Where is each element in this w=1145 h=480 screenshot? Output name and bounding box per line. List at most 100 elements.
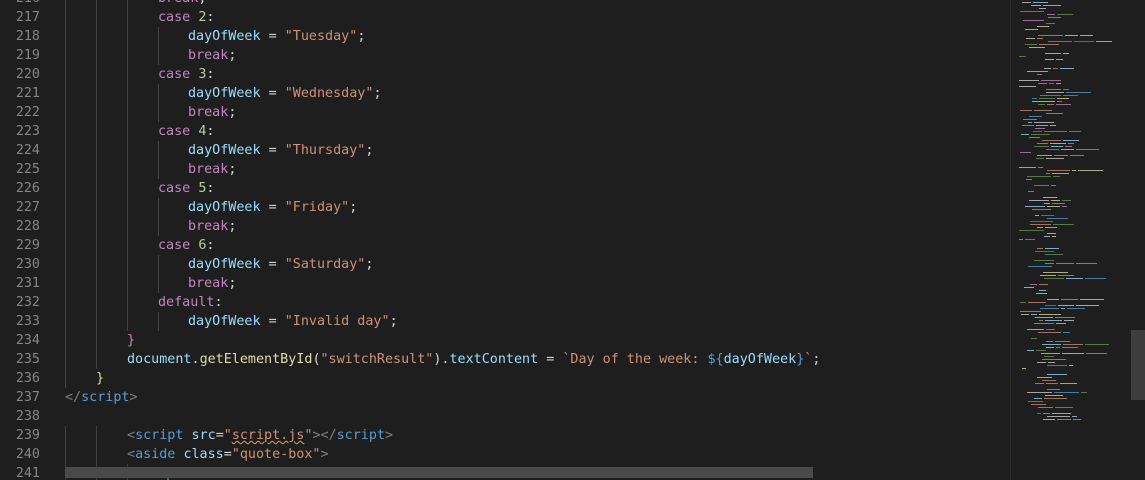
line-number: 237	[15, 390, 40, 405]
code-text[interactable]: dayOfWeek = "Saturday";	[188, 255, 373, 274]
minimap-line	[1045, 320, 1062, 321]
vertical-scrollbar-thumb[interactable]	[1131, 330, 1145, 400]
code-line[interactable]: 225 break;	[0, 160, 1010, 179]
indent-guide	[65, 426, 66, 445]
minimap-line	[1031, 338, 1037, 339]
indent-guide	[65, 122, 66, 141]
code-line[interactable]: 231 break;	[0, 274, 1010, 293]
indent-guide	[96, 331, 97, 350]
minimap-line	[1057, 419, 1071, 420]
minimap-line	[1047, 233, 1056, 234]
minimap-line	[1029, 47, 1045, 48]
code-text[interactable]: dayOfWeek = "Wednesday";	[188, 84, 382, 103]
minimap-line	[1056, 104, 1071, 105]
code-token: (	[312, 352, 321, 367]
code-line[interactable]: 226 case 5:	[0, 179, 1010, 198]
code-line[interactable]: 232 default:	[0, 293, 1010, 312]
minimap-line	[1022, 368, 1026, 369]
code-line[interactable]: 224 dayOfWeek = "Thursday";	[0, 141, 1010, 160]
minimap-line	[1032, 98, 1037, 99]
code-token: src	[191, 428, 216, 443]
line-number: 227	[15, 200, 40, 215]
code-text[interactable]: case 3:	[158, 65, 214, 84]
code-line[interactable]: 230 dayOfWeek = "Saturday";	[0, 255, 1010, 274]
code-token: </	[65, 390, 82, 405]
indent-guide	[96, 0, 97, 8]
code-text[interactable]: }	[127, 331, 135, 350]
code-text[interactable]: break;	[188, 160, 236, 179]
code-token: break	[188, 162, 229, 177]
code-line[interactable]: 236}	[0, 369, 1010, 388]
code-text[interactable]: break;	[188, 103, 236, 122]
code-line[interactable]: 220 case 3:	[0, 65, 1010, 84]
code-text[interactable]: case 2:	[158, 8, 214, 27]
code-text[interactable]: </script>	[65, 388, 138, 407]
code-token: "Friday"	[284, 200, 350, 215]
minimap-line	[1067, 308, 1085, 309]
minimap[interactable]	[1010, 0, 1131, 480]
code-lines[interactable]: 216 break; 217 case 2: 218 dayOfWeek = "Tuesd…	[0, 0, 1010, 480]
vertical-scrollbar-track[interactable]	[1130, 0, 1145, 480]
code-token: aside	[135, 447, 176, 462]
minimap-line	[1045, 248, 1059, 249]
code-text[interactable]: default:	[158, 293, 223, 312]
minimap-line	[1080, 35, 1093, 36]
code-line[interactable]: 233 dayOfWeek = "Invalid day";	[0, 312, 1010, 331]
minimap-line	[1047, 299, 1059, 300]
indent-guide	[127, 103, 128, 122]
code-text[interactable]: dayOfWeek = "Invalid day";	[188, 312, 398, 331]
code-token: case	[158, 181, 191, 196]
line-number: 231	[15, 276, 40, 291]
minimap-line	[1047, 14, 1055, 15]
code-line[interactable]: 228 break;	[0, 217, 1010, 236]
code-line[interactable]: 222 break;	[0, 103, 1010, 122]
code-token: textContent	[449, 352, 539, 367]
code-line[interactable]: 217 case 2:	[0, 8, 1010, 27]
code-line[interactable]: 234}	[0, 331, 1010, 350]
code-text[interactable]: <aside class="quote-box">	[127, 445, 329, 464]
code-line[interactable]: 237 </script>	[0, 388, 1010, 407]
code-token: ${	[707, 352, 724, 367]
code-line[interactable]: 240 <aside class="quote-box">	[0, 445, 1010, 464]
code-line[interactable]: 229 case 6:	[0, 236, 1010, 255]
code-text[interactable]: break;	[188, 217, 236, 236]
minimap-line	[1036, 293, 1047, 294]
line-number: 221	[15, 86, 40, 101]
code-line[interactable]: 223 case 4:	[0, 122, 1010, 141]
code-token: <	[127, 447, 136, 462]
code-line[interactable]: 239 <script src="script.js"></script>	[0, 426, 1010, 445]
code-text[interactable]: <script src="script.js"></script>	[127, 426, 393, 445]
code-text[interactable]: dayOfWeek = "Friday";	[188, 198, 357, 217]
code-token: ;	[228, 48, 237, 63]
code-text[interactable]: document.getElementById("switchResult").…	[127, 350, 820, 369]
minimap-line	[1026, 38, 1035, 39]
code-text[interactable]: dayOfWeek = "Tuesday";	[188, 27, 365, 46]
minimap-line	[1039, 284, 1048, 285]
code-text[interactable]: case 4:	[158, 122, 214, 141]
horizontal-scrollbar[interactable]	[65, 467, 813, 478]
code-line[interactable]: 219 break;	[0, 46, 1010, 65]
code-text[interactable]: break;	[188, 274, 236, 293]
code-text[interactable]: }	[96, 369, 104, 388]
code-text[interactable]: case 6:	[158, 236, 214, 255]
minimap-line	[1057, 14, 1073, 15]
code-editor[interactable]: 216 break; 217 case 2: 218 dayOfWeek = "Tuesd…	[0, 0, 1010, 480]
indent-guide	[158, 160, 159, 179]
code-text[interactable]: break;	[158, 0, 206, 8]
indent-guide	[96, 46, 97, 65]
code-line[interactable]: 216 break;	[0, 0, 1010, 8]
indent-guide	[96, 293, 97, 312]
code-line[interactable]: 235 document.getElementById("switchResult…	[0, 350, 1010, 369]
code-text[interactable]: break;	[188, 46, 236, 65]
indent-guide	[127, 198, 128, 217]
minimap-line	[1046, 383, 1058, 384]
minimap-line	[1046, 92, 1064, 93]
code-line[interactable]: 218 dayOfWeek = "Tuesday";	[0, 27, 1010, 46]
code-line[interactable]: 227 dayOfWeek = "Friday";	[0, 198, 1010, 217]
code-text[interactable]: dayOfWeek = "Thursday";	[188, 141, 373, 160]
code-line[interactable]: 238	[0, 407, 1010, 426]
code-token: default	[158, 295, 215, 310]
line-number: 233	[15, 314, 40, 329]
code-text[interactable]: case 5:	[158, 179, 214, 198]
code-line[interactable]: 221 dayOfWeek = "Wednesday";	[0, 84, 1010, 103]
